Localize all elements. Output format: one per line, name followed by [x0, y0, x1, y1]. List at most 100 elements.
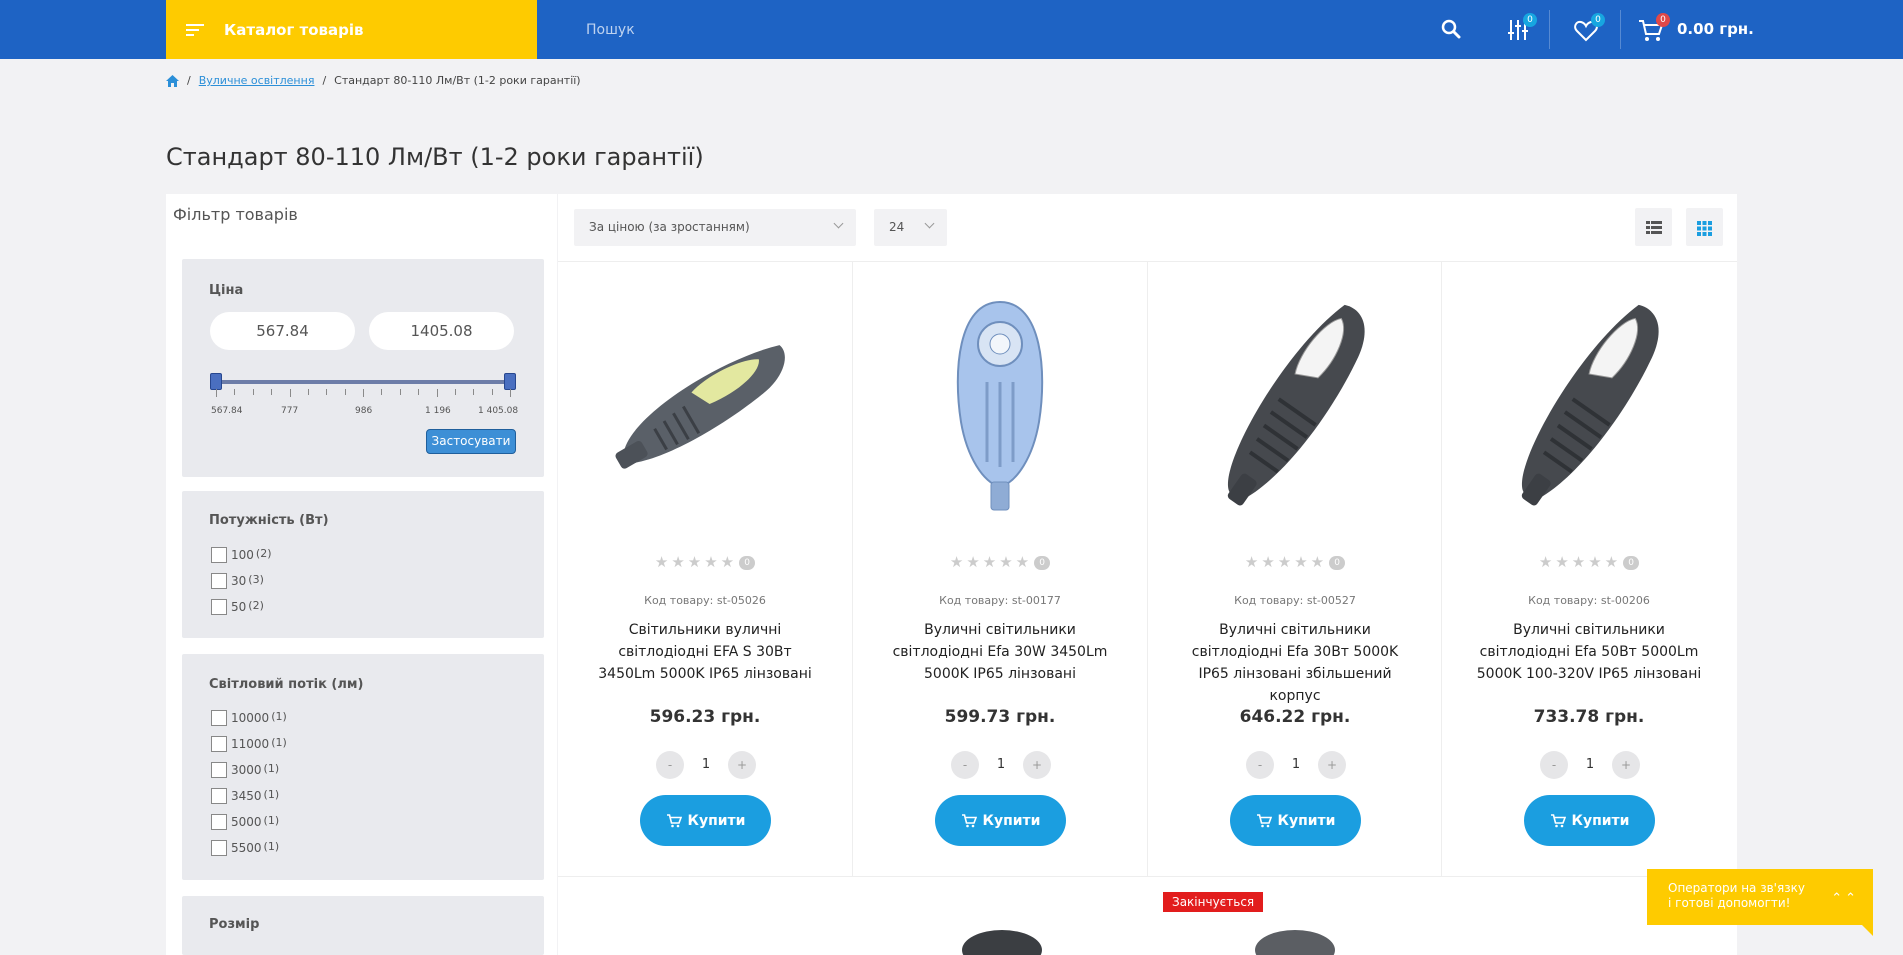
list-view-button[interactable] [1635, 208, 1672, 246]
flux-option[interactable]: 10000 (1) [211, 710, 287, 726]
chevron-down-icon [833, 218, 844, 229]
flux-option[interactable]: 5000 (1) [211, 814, 279, 830]
breadcrumb-category-link[interactable]: Вуличне освітлення [199, 74, 315, 87]
slider-tick [491, 389, 493, 395]
price-min-input[interactable]: 567.84 [210, 312, 355, 350]
review-count: 0 [739, 556, 756, 570]
flux-option[interactable]: 3000 (1) [211, 762, 279, 778]
price-slider[interactable] [210, 373, 516, 390]
slider-tick [252, 389, 254, 395]
cart-icon [1550, 814, 1566, 828]
slider-tick [418, 389, 420, 395]
power-option-100[interactable]: 100 (2) [211, 547, 272, 563]
quantity-stepper: - 1 + [656, 750, 756, 780]
street-light-image[interactable] [1178, 282, 1412, 522]
search-bar [567, 0, 1481, 59]
quantity-input[interactable]: 1 [1274, 750, 1318, 780]
slider-tick [326, 389, 328, 395]
street-light-image[interactable] [588, 282, 822, 522]
checkbox[interactable] [211, 547, 227, 563]
slider-tick [399, 389, 401, 395]
quantity-increase-button[interactable]: + [728, 751, 756, 779]
divider [1549, 10, 1550, 49]
product-code: Код товару: st-00206 [1528, 594, 1650, 607]
cart-badge: 0 [1656, 13, 1670, 27]
power-option-50[interactable]: 50 (2) [211, 599, 264, 615]
quantity-increase-button[interactable]: + [1612, 751, 1640, 779]
per-page-select[interactable]: 24 [874, 209, 947, 246]
rating-stars: ★★★★★ 0 [1148, 553, 1442, 571]
search-input[interactable] [567, 0, 1427, 59]
product-name[interactable]: Вуличні світильники світлодіодні Efa 50В… [1472, 619, 1706, 685]
menu-icon [186, 21, 204, 39]
checkbox[interactable] [211, 573, 227, 589]
chat-widget[interactable]: Оператори на зв'язку і готові допомогти!… [1647, 869, 1873, 936]
wishlist-button[interactable]: 0 [1572, 13, 1605, 44]
product-name[interactable]: Вуличні світильники світлодіодні Efa 30В… [1178, 619, 1412, 707]
slider-tick [454, 389, 456, 395]
slider-tick [271, 389, 273, 395]
checkbox[interactable] [211, 762, 227, 778]
slider-tick-label: 1 196 [425, 406, 451, 416]
checkbox[interactable] [211, 736, 227, 752]
slider-tick [307, 389, 309, 395]
product-name[interactable]: Світильники вуличні світлодіодні EFA S 3… [588, 619, 822, 685]
street-light-image[interactable] [1472, 282, 1706, 522]
apply-price-button[interactable]: Застосувати [426, 429, 516, 454]
quantity-decrease-button[interactable]: - [656, 751, 684, 779]
product-name[interactable]: Вуличні світильники світлодіодні Efa 30W… [883, 619, 1117, 685]
flux-option[interactable]: 11000 (1) [211, 736, 287, 752]
search-icon[interactable] [1441, 19, 1461, 39]
product-price: 646.22 грн. [1239, 707, 1351, 727]
buy-button[interactable]: Купити [640, 795, 771, 846]
list-view-icon [1646, 221, 1662, 234]
quantity-decrease-button[interactable]: - [1246, 751, 1274, 779]
slider-min-handle[interactable] [210, 373, 222, 390]
checkbox[interactable] [211, 788, 227, 804]
compare-button[interactable]: 0 [1504, 13, 1537, 44]
slider-max-handle[interactable] [504, 373, 516, 390]
slider-tick [473, 389, 475, 395]
buy-button[interactable]: Купити [1230, 795, 1361, 846]
catalog-button[interactable]: Каталог товарів [166, 0, 537, 59]
sort-select[interactable]: За ціною (за зростанням) [574, 209, 856, 246]
checkbox[interactable] [211, 814, 227, 830]
product-card: ★★★★★ 0 Код товару: st-00527 Вуличні світ… [1148, 262, 1442, 876]
rating-stars: ★★★★★ 0 [853, 553, 1147, 571]
quantity-input[interactable]: 1 [979, 750, 1023, 780]
cart-button[interactable]: 0 [1637, 13, 1670, 44]
buy-button[interactable]: Купити [1524, 795, 1655, 846]
street-light-image[interactable] [883, 282, 1117, 522]
slider-tick [381, 389, 383, 395]
checkbox[interactable] [211, 599, 227, 615]
buy-label: Купити [1571, 812, 1630, 829]
quantity-input[interactable]: 1 [684, 750, 728, 780]
size-filter-label: Розмір [209, 917, 260, 932]
quantity-decrease-button[interactable]: - [1540, 751, 1568, 779]
quantity-input[interactable]: 1 [1568, 750, 1612, 780]
stock-ending-badge: Закінчується [1163, 892, 1264, 912]
buy-label: Купити [687, 812, 746, 829]
quantity-decrease-button[interactable]: - [951, 751, 979, 779]
buy-button[interactable]: Купити [935, 795, 1066, 846]
quantity-increase-button[interactable]: + [1318, 751, 1346, 779]
slider-ticks [216, 389, 511, 397]
breadcrumb: / Вуличне освітлення / Стандарт 80-110 Л… [166, 74, 581, 87]
power-option-30[interactable]: 30 (3) [211, 573, 264, 589]
cart-total[interactable]: 0.00 грн. [1677, 20, 1754, 38]
home-icon[interactable] [166, 74, 179, 87]
chevron-down-icon [924, 218, 935, 229]
price-max-input[interactable]: 1405.08 [369, 312, 514, 350]
flux-option[interactable]: 3450 (1) [211, 788, 279, 804]
rating-stars: ★★★★★ 0 [558, 553, 852, 571]
flux-option[interactable]: 5500 (1) [211, 840, 279, 856]
breadcrumb-separator: / [322, 74, 327, 87]
buy-label: Купити [1277, 812, 1336, 829]
product-price: 733.78 грн. [1533, 707, 1645, 727]
grid-view-button[interactable] [1686, 208, 1723, 246]
slider-tick-label: 567.84 [211, 406, 243, 416]
page-title: Стандарт 80-110 Лм/Вт (1-2 роки гарантії… [166, 143, 704, 171]
checkbox[interactable] [211, 840, 227, 856]
quantity-increase-button[interactable]: + [1023, 751, 1051, 779]
checkbox[interactable] [211, 710, 227, 726]
